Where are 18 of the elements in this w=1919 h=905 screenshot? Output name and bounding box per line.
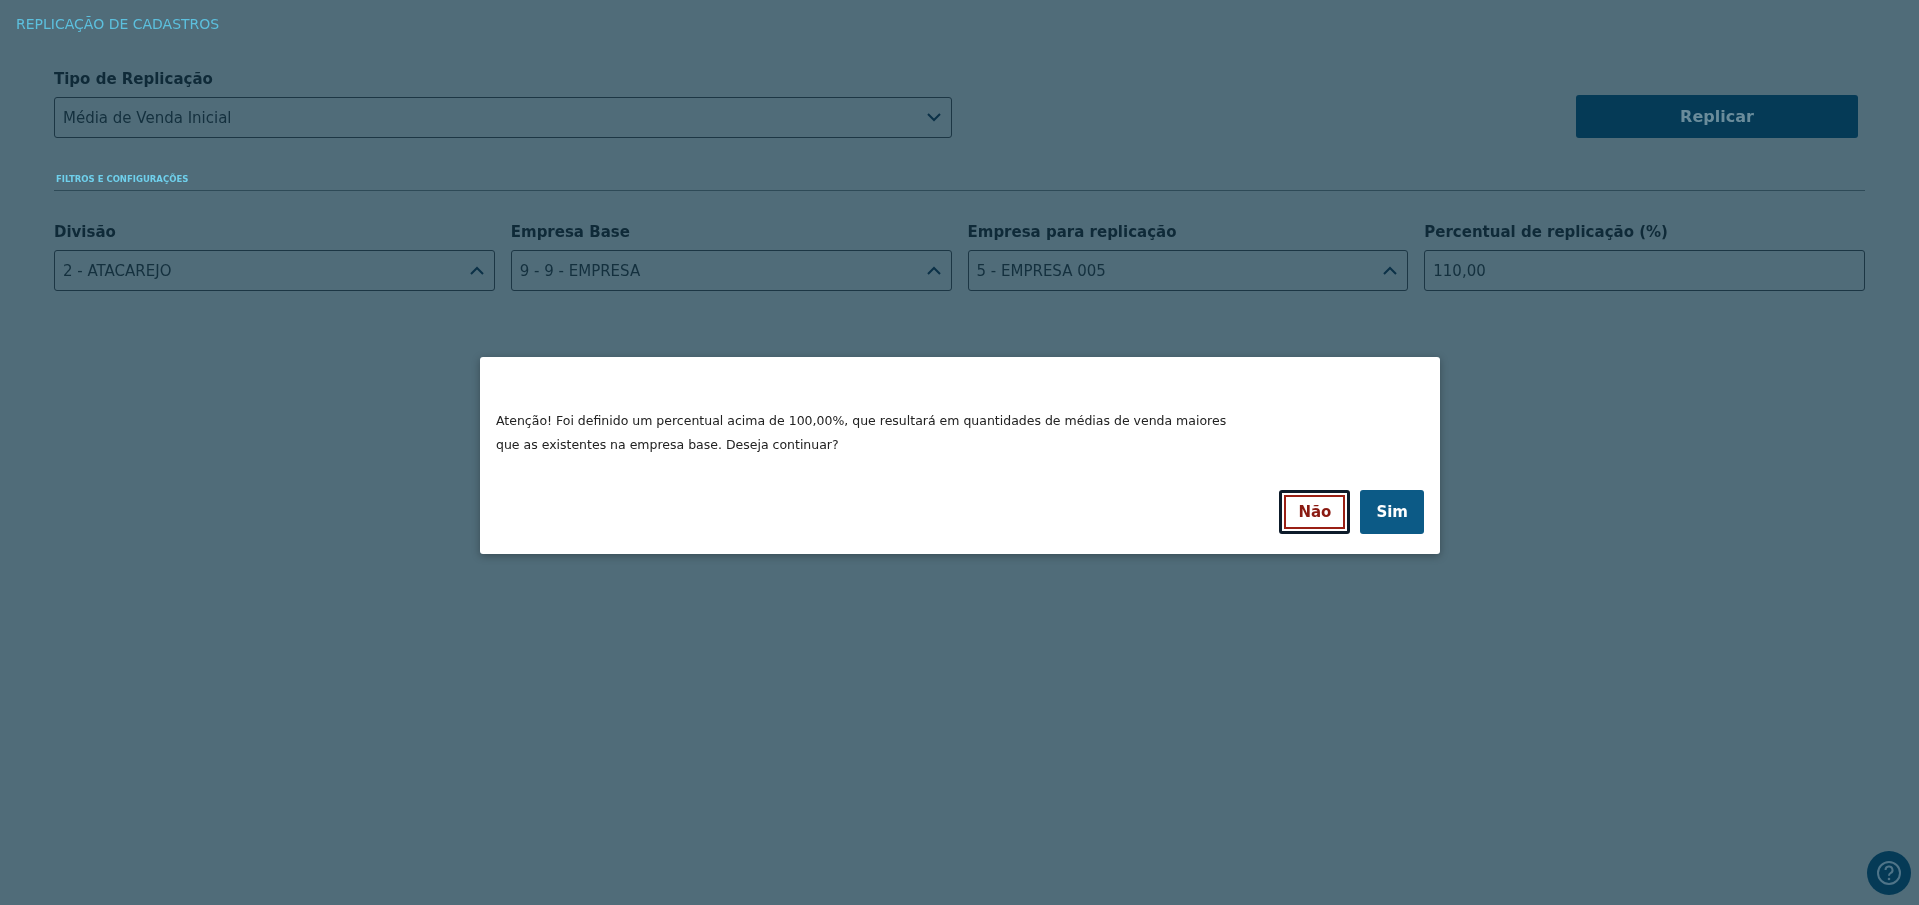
page-title: REPLICAÇÃO DE CADASTROS [16,16,220,32]
section-header: FILTROS E CONFIGURAÇÕES [54,174,1865,191]
field-label: Tipo de Replicação [54,70,214,88]
help-button[interactable] [1867,851,1911,895]
confirm-button[interactable]: Sim [1360,490,1424,534]
replicate-button[interactable]: Replicar [1576,95,1858,138]
help-icon [1876,860,1902,886]
field-label: Empresa Base [510,223,631,241]
input-field[interactable]: 110,00 [1424,250,1865,291]
dropdown-field[interactable]: 5 - EMPRESA 005 [967,250,1409,291]
field-label: Divisão [54,223,117,241]
dropdown-field[interactable]: Média de Venda Inicial [54,97,952,138]
field-label: Empresa para replicação [967,223,1178,241]
cancel-button[interactable]: Não [1279,490,1351,534]
field-label: Percentual de replicação (%) [1424,223,1669,241]
dropdown-field[interactable]: 2 - ATACAREJO [54,250,495,291]
dropdown-field[interactable]: 9 - 9 - EMPRESA [510,250,952,291]
warning-message: Atenção! Foi definido um percentual acima de 100,00%, que resultará em quantidades de médias de venda maiores que as existentes na empresa base. Deseja continuar? [496,412,1228,454]
